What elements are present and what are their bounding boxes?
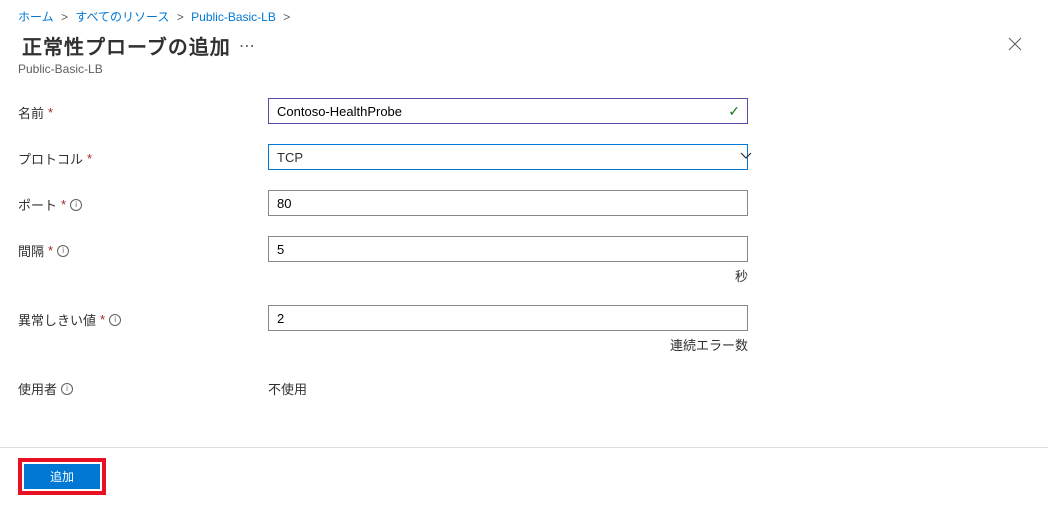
interval-label: 間隔* i <box>18 236 268 260</box>
page-title: 正常性プローブの追加 <box>22 31 231 60</box>
check-icon: ✓ <box>728 103 740 120</box>
protocol-label: プロトコル* <box>18 144 268 168</box>
add-button[interactable]: 追加 <box>24 464 100 489</box>
more-icon[interactable]: ⋯ <box>239 36 255 56</box>
breadcrumb-sep: > <box>57 10 72 24</box>
breadcrumb-sep: > <box>279 10 294 24</box>
breadcrumb-all-resources[interactable]: すべてのリソース <box>75 10 169 24</box>
usedby-label: 使用者 i <box>18 374 268 398</box>
threshold-input[interactable] <box>268 305 748 331</box>
protocol-select[interactable]: TCP <box>268 144 748 170</box>
breadcrumb: ホーム > すべてのリソース > Public-Basic-LB > <box>0 0 1048 29</box>
port-label: ポート* i <box>18 190 268 214</box>
interval-suffix: 秒 <box>268 262 748 285</box>
required-icon: * <box>48 243 53 258</box>
breadcrumb-resource[interactable]: Public-Basic-LB <box>191 10 276 24</box>
info-icon[interactable]: i <box>61 383 73 395</box>
interval-input[interactable] <box>268 236 748 262</box>
breadcrumb-sep: > <box>173 10 188 24</box>
info-icon[interactable]: i <box>70 199 82 211</box>
required-icon: * <box>100 312 105 327</box>
usedby-value: 不使用 <box>268 374 748 398</box>
info-icon[interactable]: i <box>109 314 121 326</box>
close-icon[interactable] <box>1000 31 1030 60</box>
required-icon: * <box>61 197 66 212</box>
port-input[interactable] <box>268 190 748 216</box>
breadcrumb-home[interactable]: ホーム <box>18 10 54 24</box>
threshold-suffix: 連続エラー数 <box>268 331 748 354</box>
required-icon: * <box>87 151 92 166</box>
threshold-label: 異常しきい値* i <box>18 305 268 329</box>
highlight-box: 追加 <box>18 458 106 495</box>
name-label: 名前* <box>18 98 268 122</box>
required-icon: * <box>48 105 53 120</box>
page-subtitle: Public-Basic-LB <box>0 62 1048 88</box>
info-icon[interactable]: i <box>57 245 69 257</box>
name-input[interactable] <box>268 98 748 124</box>
